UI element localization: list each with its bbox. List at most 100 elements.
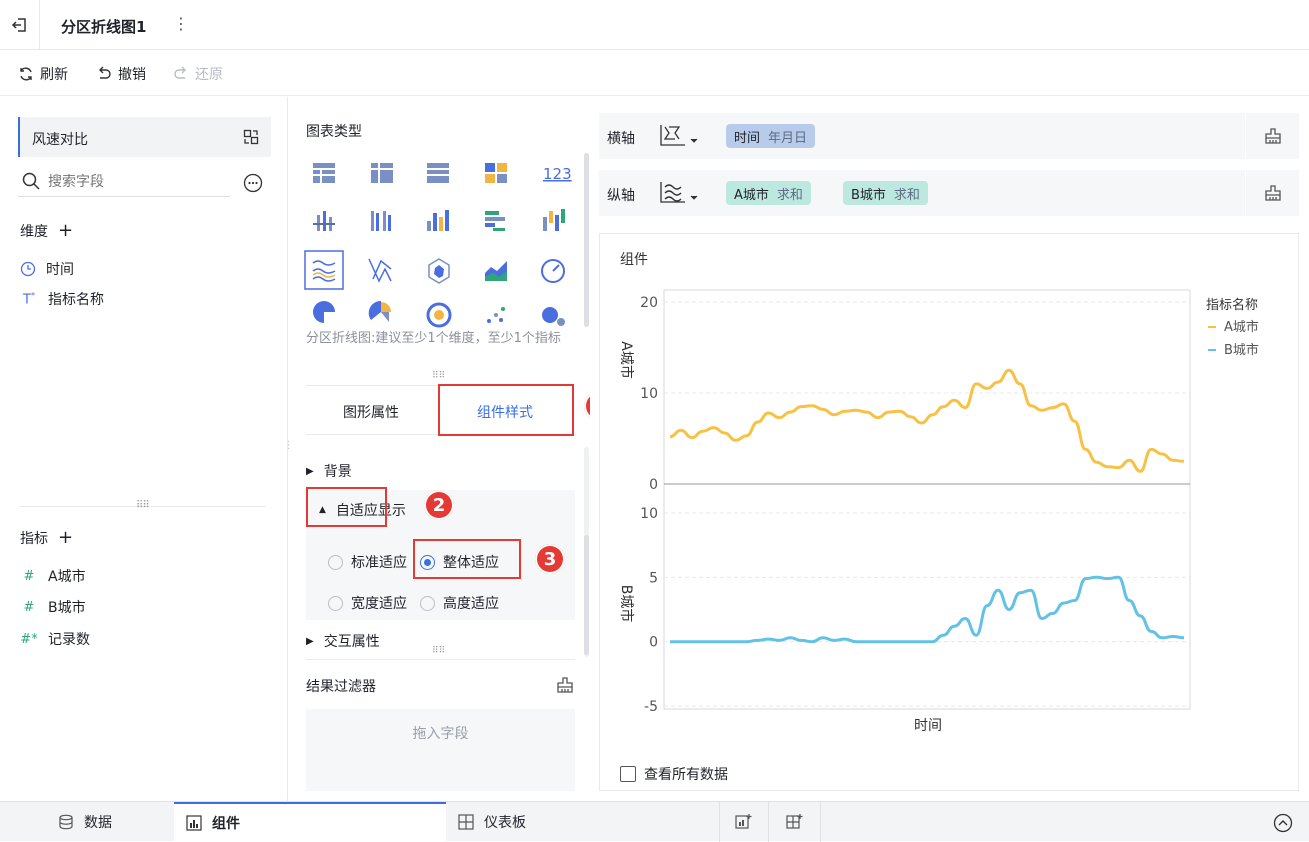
clear-brush-icon[interactable]: [556, 676, 574, 694]
y-tick-label: -5: [644, 699, 658, 715]
dimension-item[interactable]: 时间: [20, 259, 74, 279]
y-axis-type-icon[interactable]: [659, 180, 703, 206]
page-title: 分区折线图1: [61, 18, 147, 36]
series-line-a[interactable]: [669, 368, 1185, 473]
bar-chart-icon[interactable]: [427, 210, 449, 231]
crosstab-chart-icon[interactable]: [371, 163, 393, 183]
more-vertical-icon[interactable]: ⋮: [173, 14, 189, 33]
view-all-data[interactable]: 查看所有数据: [620, 764, 728, 784]
tab-graph-properties[interactable]: 图形属性: [343, 402, 399, 422]
y-tick-label: 10: [640, 506, 658, 522]
radio-button[interactable]: [328, 595, 343, 611]
dimension-label: 指标名称: [48, 292, 104, 308]
radio-height[interactable]: 高度适应: [420, 593, 499, 613]
gauge-chart-icon[interactable]: [541, 259, 565, 283]
x-axis-label: 横轴: [607, 131, 635, 147]
measure-label: 记录数: [48, 632, 90, 648]
exit-icon: [11, 18, 26, 32]
undo-button[interactable]: 撤销: [96, 64, 146, 84]
pill-sub: 年月日: [768, 130, 808, 146]
grouped-bar-icon[interactable]: [371, 211, 391, 231]
radio-standard[interactable]: 标准适应: [328, 552, 407, 572]
dataset-name: 风速对比: [32, 132, 88, 148]
area-line-chart-icon[interactable]: [312, 260, 336, 282]
tab-dashboard[interactable]: 仪表板: [458, 802, 526, 842]
filter-drop-label: 拖入字段: [412, 726, 469, 742]
measure-item[interactable]: # A城市: [20, 566, 86, 586]
area-chart-icon[interactable]: [485, 261, 507, 281]
caret-right-icon: ▶: [306, 465, 314, 477]
collapse-up-icon[interactable]: [1273, 813, 1293, 833]
search-field[interactable]: [18, 169, 230, 197]
measure-item[interactable]: # B城市: [20, 597, 86, 617]
horizontal-bar-icon[interactable]: [485, 211, 505, 231]
filter-divider: [306, 659, 575, 660]
resize-handle-icon[interactable]: ⠿⠿: [432, 371, 445, 381]
refresh-button[interactable]: 刷新: [18, 64, 68, 84]
dimension-item[interactable]: T* 指标名称: [20, 289, 104, 309]
radio-label: 宽度适应: [351, 596, 407, 612]
add-measure-icon[interactable]: +: [58, 527, 73, 548]
line-chart-icon[interactable]: [368, 258, 392, 283]
filter-drop-zone[interactable]: 拖入字段: [306, 709, 575, 791]
more-options-icon[interactable]: [243, 173, 263, 193]
scatter-chart-icon[interactable]: [487, 307, 505, 323]
switch-dataset-icon[interactable]: [243, 129, 259, 145]
redo-button[interactable]: 还原: [173, 64, 223, 84]
series-line-b[interactable]: [669, 575, 1185, 644]
tab-data[interactable]: 数据: [58, 802, 112, 842]
search-input[interactable]: [48, 171, 223, 193]
panel-axis-label: B城市: [618, 585, 635, 623]
x-clear-button[interactable]: [1245, 113, 1299, 159]
number-card-icon[interactable]: 123: [543, 165, 572, 183]
table-chart-icon[interactable]: [313, 163, 335, 183]
bubble-chart-icon[interactable]: [542, 307, 565, 326]
dataset-selector[interactable]: 风速对比: [18, 117, 271, 157]
resize-handle-icon[interactable]: ⠿⠿: [136, 500, 150, 511]
chart-type-scrollbar[interactable]: [584, 153, 589, 327]
text-field-icon: T*: [23, 290, 35, 308]
bar-chart-icon: [186, 815, 202, 831]
y-tick-label: 20: [640, 295, 658, 311]
chart-type-grid: 123: [304, 163, 572, 328]
exit-button[interactable]: [0, 0, 40, 50]
view-all-checkbox[interactable]: [620, 766, 636, 782]
range-bar-icon[interactable]: [543, 209, 565, 231]
pie-chart-icon[interactable]: [313, 301, 335, 323]
y-field-pill[interactable]: A城市 求和: [726, 181, 811, 205]
x-axis-type-icon[interactable]: [659, 123, 703, 149]
tab-label: 数据: [84, 815, 112, 831]
add-dashboard-button[interactable]: [769, 802, 821, 842]
chart-hint: 分区折线图:建议至少1个维度，至少1个指标: [306, 331, 561, 346]
y-tick-label: 10: [640, 386, 658, 402]
radar-chart-icon[interactable]: [428, 258, 450, 284]
add-component-button[interactable]: [719, 802, 769, 842]
dimension-label: 时间: [46, 262, 74, 278]
tab-component[interactable]: 组件: [174, 802, 446, 842]
dashboard-icon: [458, 814, 474, 830]
section-interaction[interactable]: ▶ 交互属性: [306, 631, 380, 651]
legend-item[interactable]: A城市: [1224, 319, 1259, 335]
radio-width[interactable]: 宽度适应: [328, 593, 407, 613]
radio-button[interactable]: [328, 554, 343, 570]
rose-chart-icon[interactable]: [368, 300, 391, 323]
y-clear-button[interactable]: [1245, 170, 1299, 216]
sunburst-chart-icon[interactable]: [426, 302, 452, 328]
radio-button[interactable]: [420, 595, 435, 611]
section-background[interactable]: ▶ 背景: [306, 461, 352, 481]
tab-label: 仪表板: [484, 815, 526, 831]
stacked-bar-icon[interactable]: [313, 211, 335, 231]
measure-item[interactable]: #* 记录数: [20, 629, 90, 649]
detail-table-icon[interactable]: [427, 163, 449, 183]
style-scrollbar-thumb[interactable]: [584, 535, 589, 655]
resize-handle-icon[interactable]: ⠿⠿: [432, 646, 445, 656]
style-scrollbar-track[interactable]: [584, 447, 589, 657]
y-field-pill[interactable]: B城市 求和: [843, 181, 928, 205]
add-dimension-icon[interactable]: +: [58, 220, 73, 241]
legend-item[interactable]: B城市: [1224, 342, 1259, 358]
kpi-card-icon[interactable]: [485, 163, 507, 183]
x-field-pill[interactable]: 时间 年月日: [726, 124, 816, 148]
measure-header: 指标 +: [20, 527, 73, 548]
radio-label: 标准适应: [351, 555, 407, 571]
number-field-icon: #: [23, 568, 35, 584]
